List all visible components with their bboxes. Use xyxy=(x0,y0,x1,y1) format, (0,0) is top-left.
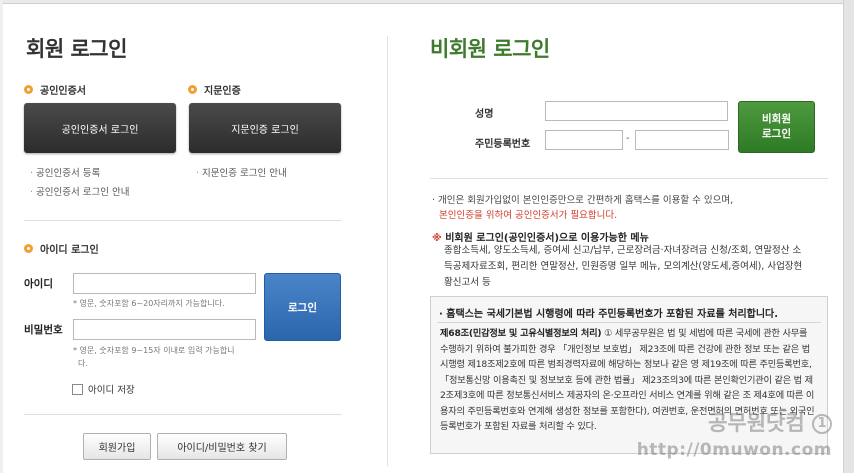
cert-section-label: 공인인증서 xyxy=(40,86,86,97)
watermark-url: http://0muwon.com xyxy=(636,440,832,460)
save-id-checkbox[interactable] xyxy=(72,383,83,395)
info-box-article: 제68조(민감정보 및 고유식별정보의 처리) xyxy=(440,328,602,339)
column-divider xyxy=(387,36,388,466)
rrn-dash: - xyxy=(626,133,630,144)
guest-login-button[interactable]: 비회원 로그인 xyxy=(738,101,815,153)
id-section-label: 아이디 로그인 xyxy=(40,245,99,256)
window-scrollbar[interactable] xyxy=(843,0,854,473)
guest-login-button-line2: 로그인 xyxy=(762,128,791,140)
cert-login-guide-link[interactable]: 공인인증서 로그인 안내 xyxy=(30,184,129,198)
bullet-dot-icon xyxy=(188,85,197,94)
guest-notice-text: 개인은 회원가입없이 본인인증만으로 간편하게 홈택스를 이용할 수 있으며, xyxy=(438,195,734,206)
cert-register-link[interactable]: 공인인증서 등록 xyxy=(30,165,100,179)
member-login-title: 회원 로그인 xyxy=(26,37,127,61)
rrn-back-input[interactable] xyxy=(635,130,729,150)
asterisk-mark: ※ xyxy=(432,233,442,244)
id-label: 아이디 xyxy=(24,278,53,290)
cert-section-title: 공인인증서 xyxy=(24,82,86,97)
find-id-password-button[interactable]: 아이디/비밀번호 찾기 xyxy=(157,433,287,460)
save-id-row[interactable]: 아이디 저장 xyxy=(72,382,135,396)
finger-login-button[interactable]: 지문인증 로그인 xyxy=(189,103,341,153)
guest-menu-list: 종합소득세, 양도소득세, 증여세 신고/납부, 근로장려금·자녀장려금 신청/… xyxy=(444,245,803,288)
finger-section-label: 지문인증 xyxy=(204,86,241,97)
password-input[interactable] xyxy=(73,319,256,340)
id-login-button[interactable]: 로그인 xyxy=(264,273,341,341)
guest-login-title: 비회원 로그인 xyxy=(430,37,550,61)
guest-notice: · 개인은 회원가입없이 본인인증만으로 간편하게 홈택스를 이용할 수 있으며… xyxy=(432,195,734,206)
name-input[interactable] xyxy=(545,101,728,121)
guest-login-button-line1: 비회원 xyxy=(762,113,791,125)
save-id-label: 아이디 저장 xyxy=(88,385,135,396)
guest-divider xyxy=(430,178,828,179)
join-button[interactable]: 회원가입 xyxy=(83,433,151,460)
bullet-dot-icon xyxy=(24,244,33,253)
watermark-text: 공무원닷컴 xyxy=(708,411,805,435)
id-hint-text: 영문, 숫자포함 6~20자리까지 가능합니다. xyxy=(79,299,225,308)
rrn-label: 주민등록번호 xyxy=(475,139,531,150)
pw-hint: * 영문, 숫자포함 9~15자 이내로 입력 가능합니 xyxy=(73,346,235,355)
section-divider xyxy=(24,220,342,221)
pw-hint-cont: 다. xyxy=(78,359,88,368)
site-watermark: 공무원닷컴 1 http://0muwon.com xyxy=(637,410,832,464)
id-input[interactable] xyxy=(73,273,256,294)
cert-login-button[interactable]: 공인인증서 로그인 xyxy=(24,103,176,153)
pw-hint-text-1: 영문, 숫자포함 9~15자 이내로 입력 가능합니 xyxy=(79,346,235,355)
rrn-front-input[interactable] xyxy=(545,130,623,150)
pw-label: 비밀번호 xyxy=(24,324,63,336)
window-top-edge xyxy=(0,0,854,4)
watermark-circle-icon: 1 xyxy=(812,414,832,434)
guest-menu-title: ※ 비회원 로그인(공인인증서)으로 이용가능한 메뉴 xyxy=(432,229,649,244)
bullet-dot-icon xyxy=(24,85,33,94)
section-divider xyxy=(24,414,342,415)
info-box-divider xyxy=(437,322,821,323)
name-label: 성명 xyxy=(475,109,494,120)
window-left-edge xyxy=(0,0,3,473)
finger-section-title: 지문인증 xyxy=(188,82,241,97)
guest-notice-red: 본인인증을 위하여 공인인증서가 필요합니다. xyxy=(439,210,618,221)
id-hint: * 영문, 숫자포함 6~20자리까지 가능합니다. xyxy=(73,299,225,308)
finger-login-guide-link[interactable]: 지문인증 로그인 안내 xyxy=(196,165,287,179)
info-box-title: · 홈택스는 국세기본법 시행령에 따라 주민등록번호가 포함된 자료를 처리합… xyxy=(439,309,779,320)
info-box-title-text: 홈택스는 국세기본법 시행령에 따라 주민등록번호가 포함된 자료를 처리합니다… xyxy=(446,309,779,320)
id-section-title: 아이디 로그인 xyxy=(24,241,99,256)
